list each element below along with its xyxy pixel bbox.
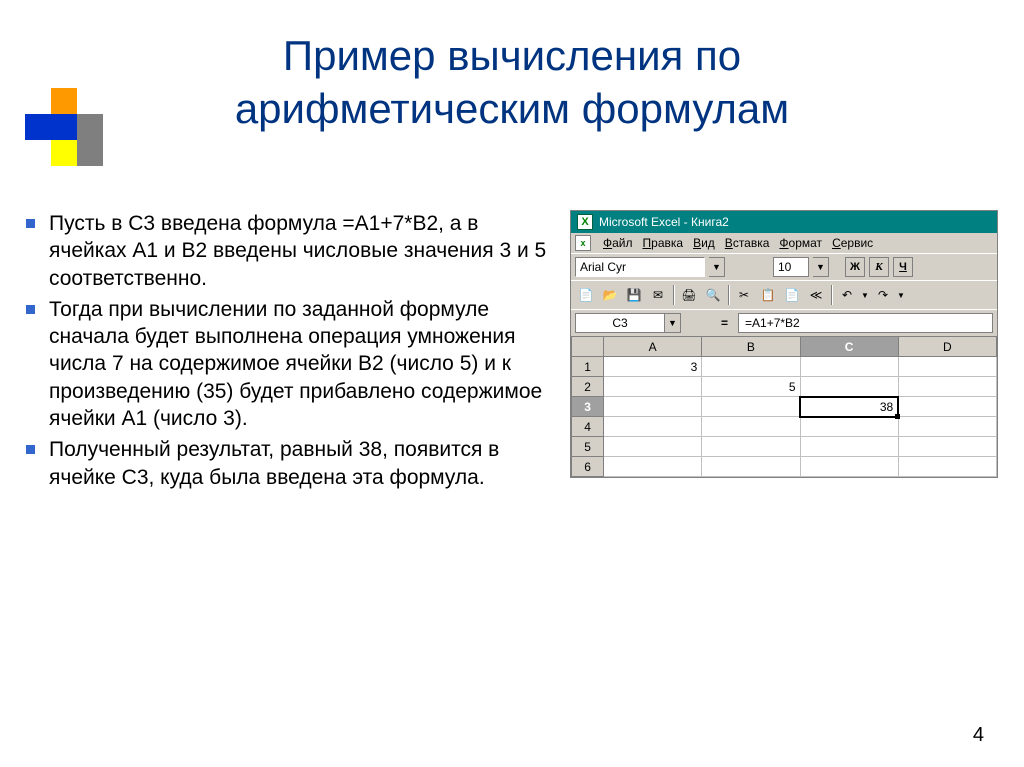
bullet-text: Пусть в С3 введена формула =А1+7*В2, а в… — [49, 210, 550, 292]
format-painter-icon[interactable]: ≪ — [805, 284, 827, 306]
title-line-1: Пример вычисления по — [283, 32, 741, 79]
cell[interactable] — [898, 457, 996, 477]
bullet-text: Тогда при вычислении по заданной формуле… — [49, 296, 550, 432]
menu-edit[interactable]: Правка — [643, 236, 684, 250]
cell[interactable] — [702, 457, 800, 477]
new-file-icon[interactable]: 📄 — [575, 284, 597, 306]
cell[interactable] — [800, 357, 898, 377]
chevron-down-icon[interactable]: ▼ — [896, 284, 906, 306]
column-header-b[interactable]: B — [702, 337, 800, 357]
bold-button[interactable]: Ж — [845, 257, 865, 277]
cell[interactable] — [702, 437, 800, 457]
chevron-down-icon[interactable]: ▼ — [860, 284, 870, 306]
row-header[interactable]: 5 — [572, 437, 604, 457]
excel-grid[interactable]: A B C D 1 3 2 5 — [571, 336, 997, 477]
excel-doc-icon: x — [575, 235, 591, 251]
menu-tools[interactable]: Сервис — [832, 236, 873, 250]
excel-window: X Microsoft Excel - Книга2 x Файл Правка… — [570, 210, 998, 478]
menu-format[interactable]: Формат — [779, 236, 822, 250]
cell[interactable] — [800, 417, 898, 437]
bullet-icon — [26, 305, 35, 314]
separator — [831, 285, 832, 305]
cell[interactable] — [800, 377, 898, 397]
copy-icon[interactable]: 📋 — [757, 284, 779, 306]
row-header[interactable]: 2 — [572, 377, 604, 397]
cell-c3[interactable]: 38 — [800, 397, 898, 417]
italic-button[interactable]: К — [869, 257, 889, 277]
bullet-text: Полученный результат, равный 38, появитс… — [49, 436, 550, 491]
cell[interactable] — [800, 457, 898, 477]
page-number: 4 — [973, 724, 984, 747]
cell[interactable] — [702, 357, 800, 377]
excel-titlebar: X Microsoft Excel - Книга2 — [571, 211, 997, 233]
cut-icon[interactable]: ✂ — [733, 284, 755, 306]
menu-insert[interactable]: Вставка — [725, 236, 770, 250]
menu-view[interactable]: Вид — [693, 236, 715, 250]
excel-title-text: Microsoft Excel - Книга2 — [599, 215, 729, 229]
cell[interactable] — [604, 437, 702, 457]
list-item: Полученный результат, равный 38, появитс… — [20, 436, 550, 491]
row-header[interactable]: 4 — [572, 417, 604, 437]
excel-app-icon: X — [577, 214, 593, 230]
print-icon[interactable]: 🖨 — [678, 284, 700, 306]
excel-format-toolbar: Arial Cyr ▼ 10 ▼ Ж К Ч — [571, 253, 997, 280]
save-icon[interactable]: 💾 — [623, 284, 645, 306]
cell[interactable] — [898, 357, 996, 377]
cell[interactable] — [604, 417, 702, 437]
excel-standard-toolbar: 📄 📂 💾 ✉ 🖨 🔍 ✂ 📋 📄 ≪ ↶ ▼ ↷ ▼ — [571, 280, 997, 309]
cell[interactable] — [898, 397, 996, 417]
chevron-down-icon[interactable]: ▼ — [709, 257, 725, 277]
cell-b2[interactable]: 5 — [702, 377, 800, 397]
excel-menubar: x Файл Правка Вид Вставка Формат Сервис — [571, 233, 997, 253]
bullet-icon — [26, 219, 35, 228]
menu-file[interactable]: Файл — [603, 236, 633, 250]
cell[interactable] — [898, 417, 996, 437]
cell[interactable] — [702, 417, 800, 437]
separator — [673, 285, 674, 305]
paste-icon[interactable]: 📄 — [781, 284, 803, 306]
name-box[interactable]: C3 — [575, 313, 665, 333]
bullet-list: Пусть в С3 введена формула =А1+7*В2, а в… — [20, 210, 550, 491]
row-header[interactable]: 1 — [572, 357, 604, 377]
column-header-c[interactable]: C — [800, 337, 898, 357]
separator — [728, 285, 729, 305]
title-line-2: арифметическим формулам — [235, 85, 789, 132]
cell[interactable] — [604, 397, 702, 417]
row-header[interactable]: 3 — [572, 397, 604, 417]
cell[interactable] — [702, 397, 800, 417]
bullet-icon — [26, 445, 35, 454]
chevron-down-icon[interactable]: ▼ — [813, 257, 829, 277]
cell[interactable] — [604, 457, 702, 477]
mail-icon[interactable]: ✉ — [647, 284, 669, 306]
list-item: Пусть в С3 введена формула =А1+7*В2, а в… — [20, 210, 550, 292]
undo-icon[interactable]: ↶ — [836, 284, 858, 306]
preview-icon[interactable]: 🔍 — [702, 284, 724, 306]
cell[interactable] — [800, 437, 898, 457]
underline-button[interactable]: Ч — [893, 257, 913, 277]
open-file-icon[interactable]: 📂 — [599, 284, 621, 306]
formula-input[interactable]: =A1+7*B2 — [738, 313, 993, 333]
chevron-down-icon[interactable]: ▼ — [665, 313, 681, 333]
cell-a1[interactable]: 3 — [604, 357, 702, 377]
row-header[interactable]: 6 — [572, 457, 604, 477]
excel-formula-bar: C3 ▼ = =A1+7*B2 — [571, 309, 997, 336]
column-header-d[interactable]: D — [898, 337, 996, 357]
cell[interactable] — [898, 377, 996, 397]
equals-icon: = — [721, 316, 728, 330]
slide-title: Пример вычисления по арифметическим форм… — [0, 30, 1024, 135]
cell[interactable] — [898, 437, 996, 457]
select-all-corner[interactable] — [572, 337, 604, 357]
column-header-a[interactable]: A — [604, 337, 702, 357]
redo-icon[interactable]: ↷ — [872, 284, 894, 306]
cell[interactable] — [604, 377, 702, 397]
font-size-dropdown[interactable]: 10 — [773, 257, 809, 277]
list-item: Тогда при вычислении по заданной формуле… — [20, 296, 550, 432]
font-name-dropdown[interactable]: Arial Cyr — [575, 257, 705, 277]
